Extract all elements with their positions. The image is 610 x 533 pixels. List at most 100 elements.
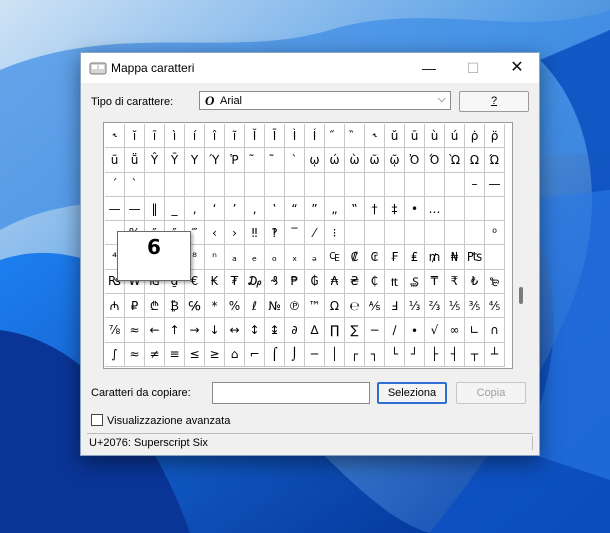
char-cell[interactable]: ∩ [485,318,505,343]
char-cell[interactable]: ₷ [405,269,425,295]
select-button[interactable]: Seleziona [377,382,447,404]
grid-scrollbar[interactable] [516,122,526,369]
char-cell[interactable]: ∕ [385,318,405,343]
char-cell[interactable]: – [465,172,485,197]
char-cell[interactable]: ̃ [245,148,265,173]
char-cell[interactable]: ũ [105,148,125,173]
char-cell[interactable]: ≈ [125,318,145,343]
char-cell[interactable]: Ì [285,124,305,149]
char-cell[interactable]: ₿ [165,294,185,319]
char-cell[interactable] [245,172,265,197]
char-cell[interactable]: ₵ [365,269,385,295]
char-cell[interactable]: ↓ [205,318,225,343]
char-cell[interactable]: Ⅎ [385,294,405,319]
char-cell[interactable]: % [225,294,245,319]
char-cell[interactable]: ₐ [225,245,245,270]
char-cell[interactable]: ₶ [385,269,405,295]
char-cell[interactable]: Υ [185,148,205,173]
char-cell[interactable]: „ [325,196,345,222]
char-cell[interactable]: ₻ [485,269,505,295]
char-cell[interactable]: ℮ [345,294,365,319]
char-cell[interactable]: ↔ [225,318,245,343]
char-cell[interactable]: ⌂ [225,342,245,367]
char-cell[interactable]: ∆ [305,318,325,343]
char-cell[interactable]: ∑ [345,318,365,343]
char-cell[interactable]: † [365,196,385,222]
char-cell[interactable]: ‘ [205,196,225,222]
copy-input[interactable] [212,382,370,404]
char-cell[interactable]: ≡ [165,342,185,367]
char-cell[interactable]: î [205,124,225,149]
char-cell[interactable]: Ω [325,294,345,319]
char-cell[interactable]: ṻ [125,148,145,173]
char-cell[interactable]: ₰ [265,269,285,295]
char-cell[interactable]: — [125,196,145,222]
char-cell[interactable]: Ĭ [245,124,265,149]
char-cell[interactable]: — [105,196,125,222]
char-cell[interactable] [445,196,465,222]
char-cell[interactable]: ρ̈ [485,124,505,149]
char-cell[interactable]: ≥ [205,342,225,367]
char-cell[interactable]: ‛ [265,196,285,222]
char-cell[interactable]: ˊ [105,172,125,197]
char-cell[interactable] [285,172,305,197]
title-bar[interactable]: Mappa caratteri — ☐ ✕ [81,53,539,83]
char-cell[interactable] [165,172,185,197]
char-cell[interactable]: ∙ [405,318,425,343]
char-cell[interactable]: ‚ [185,196,205,222]
char-cell[interactable]: ℗ [285,294,305,319]
char-cell[interactable] [385,221,405,246]
char-cell[interactable]: ῳ [305,148,325,173]
char-cell[interactable]: ì [165,124,185,149]
char-cell[interactable]: Ῥ [225,148,245,173]
char-cell[interactable] [465,196,485,222]
char-cell[interactable]: ⅓ [405,294,425,319]
char-cell[interactable]: ┐ [365,342,385,367]
char-cell[interactable]: ₔ [305,245,325,270]
char-cell[interactable] [485,245,505,270]
help-button[interactable]: ? [459,91,529,112]
char-cell[interactable]: ≈ [125,342,145,367]
char-cell[interactable]: ρ̇ [465,124,485,149]
char-cell[interactable] [425,221,445,246]
char-cell[interactable]: ₧ [465,245,485,270]
char-cell[interactable]: ₡ [345,245,365,270]
char-cell[interactable]: − [365,318,385,343]
char-cell[interactable]: ≤ [185,342,205,367]
char-cell[interactable]: ₑ [245,245,265,270]
char-cell[interactable]: ₭ [205,269,225,295]
char-cell[interactable]: ↨ [265,318,285,343]
char-cell[interactable]: ₳ [325,269,345,295]
char-cell[interactable]: ₯ [245,269,265,295]
char-cell[interactable]: ’ [225,196,245,222]
char-cell[interactable]: ™ [305,294,325,319]
char-cell[interactable]: ⁄ [305,221,325,246]
char-cell[interactable]: • [405,196,425,222]
char-cell[interactable]: ↕ [245,318,265,343]
char-cell[interactable]: ù [425,124,445,149]
char-cell[interactable]: ₦ [445,245,465,270]
char-cell[interactable]: Ὀ [405,148,425,173]
char-cell[interactable] [325,172,345,197]
char-cell[interactable]: ‽ [265,221,285,246]
char-cell[interactable] [425,172,445,197]
char-cell[interactable] [265,172,285,197]
char-cell[interactable]: “ [285,196,305,222]
char-cell[interactable]: ú [445,124,465,149]
char-cell[interactable]: ₽ [125,294,145,319]
char-cell[interactable]: ‾ [285,221,305,246]
char-cell[interactable]: _ [165,196,185,222]
char-cell[interactable]: ⁰ [485,221,505,246]
char-cell[interactable]: ` [285,148,305,173]
char-cell[interactable] [205,172,225,197]
char-cell[interactable]: ‖ [145,196,165,222]
char-cell[interactable]: ₹ [445,269,465,295]
char-cell[interactable]: ∟ [465,318,485,343]
char-cell[interactable]: … [425,196,445,222]
char-cell[interactable] [385,172,405,197]
char-cell[interactable]: № [265,294,285,319]
char-cell[interactable]: ₮ [225,269,245,295]
char-cell[interactable]: ≠ [145,342,165,367]
char-cell[interactable] [185,172,205,197]
char-cell[interactable]: ├ [425,342,445,367]
